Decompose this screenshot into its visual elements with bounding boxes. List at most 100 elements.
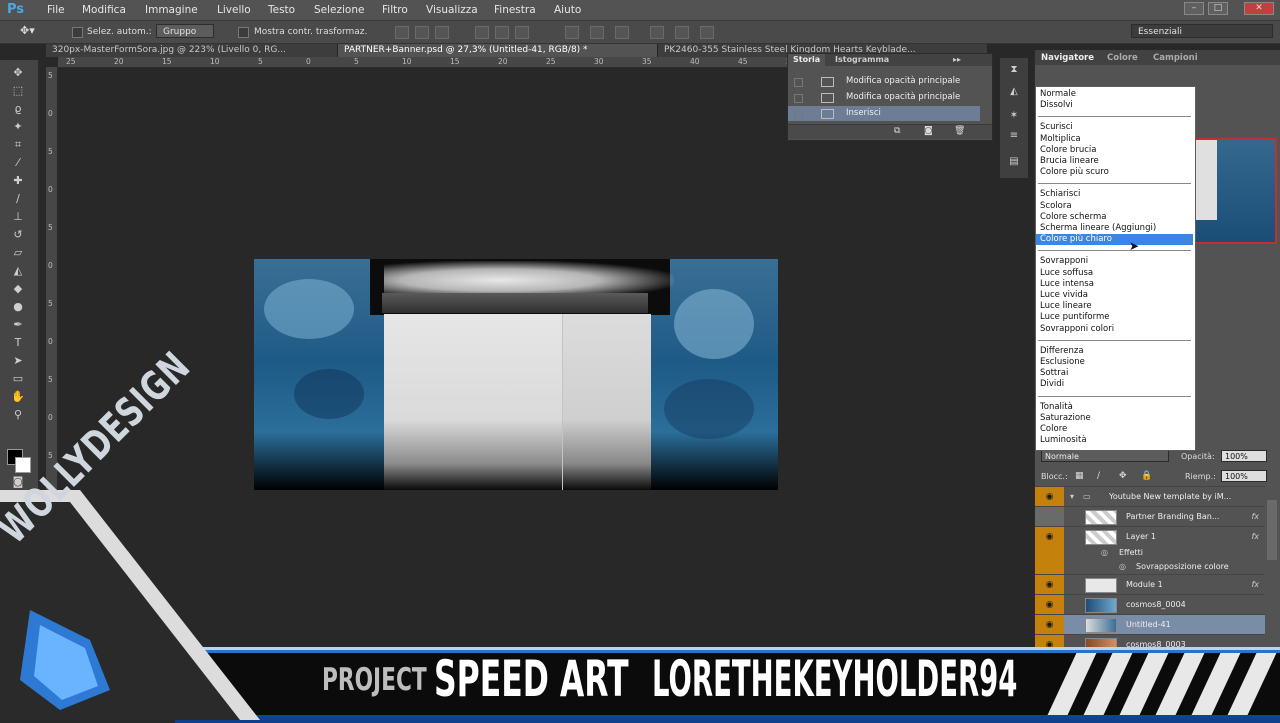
align-bottom-icon[interactable]: [435, 26, 449, 39]
document-canvas[interactable]: [254, 259, 778, 490]
menu-selezione[interactable]: Selezione: [314, 4, 364, 16]
blend-mode-option[interactable]: Scherma lineare (Aggiungi): [1036, 223, 1193, 234]
fx-icon[interactable]: fx: [1251, 507, 1259, 527]
menu-visualizza[interactable]: Visualizza: [426, 4, 478, 16]
blend-mode-option[interactable]: Dissolvi: [1036, 100, 1193, 111]
blur-tool-icon[interactable]: ◆: [8, 282, 28, 296]
clone-stamp-icon[interactable]: ⊥: [8, 210, 28, 224]
navigator-thumbnail[interactable]: [1193, 138, 1277, 244]
blend-mode-option[interactable]: Luce puntiforme: [1036, 312, 1193, 323]
move-tool-icon[interactable]: ✥▾: [20, 24, 35, 37]
blend-mode-option[interactable]: Colore scherma: [1036, 212, 1193, 223]
menu-filtro[interactable]: Filtro: [382, 4, 408, 16]
menu-modifica[interactable]: Modifica: [82, 4, 126, 16]
effects-eye-icon[interactable]: ◎: [1101, 546, 1108, 560]
lock-transparency-icon[interactable]: ▦: [1075, 471, 1084, 481]
tab-doc-2[interactable]: PARTNER+Banner.psd @ 27,3% (Untitled-41,…: [338, 44, 658, 57]
workspace-dropdown[interactable]: Essenziali: [1131, 24, 1273, 38]
blend-mode-option[interactable]: Esclusione: [1036, 357, 1193, 368]
eye-icon[interactable]: ◉: [1035, 595, 1064, 615]
layer-comps-icon[interactable]: ▤: [1006, 156, 1022, 168]
tab-campioni[interactable]: Campioni: [1153, 53, 1198, 63]
auto-select-checkbox[interactable]: [72, 27, 83, 38]
layer-row[interactable]: ◉ Layer 1 fx: [1035, 526, 1265, 547]
distribute-top-icon[interactable]: [565, 26, 579, 39]
new-document-from-state-icon[interactable]: ⧉: [894, 126, 900, 136]
blend-mode-dropdown[interactable]: Normale Dissolvi Scurisci Moltiplica Colore …: [1035, 86, 1196, 451]
minimize-button[interactable]: –: [1184, 2, 1204, 15]
menu-testo[interactable]: Testo: [268, 4, 295, 16]
blend-mode-option[interactable]: Luce lineare: [1036, 301, 1193, 312]
blend-mode-option[interactable]: Schiarisci: [1036, 189, 1193, 200]
blend-mode-option[interactable]: Sovrapponi: [1036, 256, 1193, 267]
lasso-tool-icon[interactable]: ϱ: [8, 102, 28, 116]
blend-mode-option[interactable]: Sottrai: [1036, 368, 1193, 379]
blend-mode-option-selected[interactable]: Colore più chiaro: [1036, 234, 1193, 246]
history-checkbox[interactable]: [794, 78, 803, 87]
eye-icon-hidden[interactable]: [1035, 507, 1064, 527]
menu-immagine[interactable]: Immagine: [145, 4, 198, 16]
fx-icon[interactable]: fx: [1251, 527, 1259, 547]
distribute-center-icon[interactable]: [675, 26, 689, 39]
align-center-icon[interactable]: [495, 26, 509, 39]
eye-icon[interactable]: ◉: [1035, 575, 1064, 595]
effect-eye-icon[interactable]: ◎: [1119, 560, 1126, 574]
healing-brush-icon[interactable]: ✚: [8, 174, 28, 188]
fill-input[interactable]: 100%: [1221, 470, 1267, 482]
blend-mode-option[interactable]: Colore: [1036, 424, 1193, 435]
paint-bucket-icon[interactable]: ◭: [8, 264, 28, 278]
eyedropper-icon[interactable]: ⁄: [8, 156, 28, 170]
blend-mode-option[interactable]: Dividi: [1036, 379, 1193, 390]
menu-aiuto[interactable]: Aiuto: [554, 4, 581, 16]
eye-icon[interactable]: ◉: [1035, 527, 1064, 547]
layer-row[interactable]: ◉ cosmos8_0004: [1035, 594, 1265, 615]
blend-mode-option[interactable]: Colore brucia: [1036, 145, 1193, 156]
blend-mode-option[interactable]: Luminosità: [1036, 435, 1193, 446]
lock-position-icon[interactable]: ✥: [1119, 471, 1127, 481]
brush-tool-icon[interactable]: ∕: [8, 192, 28, 206]
distribute-middle-icon[interactable]: [590, 26, 604, 39]
crop-tool-icon[interactable]: ⌗: [8, 138, 28, 152]
blend-mode-option[interactable]: Tonalità: [1036, 402, 1193, 413]
fx-icon[interactable]: fx: [1251, 575, 1259, 595]
history-brush-icon[interactable]: ↺: [8, 228, 28, 242]
distribute-left-icon[interactable]: [650, 26, 664, 39]
lock-all-icon[interactable]: 🔒: [1141, 471, 1152, 481]
eraser-icon[interactable]: ▱: [8, 246, 28, 260]
blend-mode-option[interactable]: Luce intensa: [1036, 279, 1193, 290]
close-button[interactable]: ✕: [1244, 2, 1274, 15]
hand-tool-icon[interactable]: ✋: [8, 390, 28, 404]
effects-row[interactable]: ◎ Effetti: [1035, 546, 1265, 560]
history-row[interactable]: Modifica opacità principale: [788, 74, 980, 89]
background-color-swatch[interactable]: [15, 457, 31, 473]
shape-tool-icon[interactable]: ▭: [8, 372, 28, 386]
blend-mode-option[interactable]: Sovrapponi colori: [1036, 324, 1193, 335]
menu-file[interactable]: File: [47, 4, 65, 16]
align-top-icon[interactable]: [395, 26, 409, 39]
marquee-tool-icon[interactable]: ⬚: [8, 84, 28, 98]
layers-scrollbar[interactable]: [1267, 500, 1277, 560]
opacity-input[interactable]: 100%: [1221, 450, 1267, 462]
tab-colore[interactable]: Colore: [1107, 53, 1138, 63]
auto-select-dropdown[interactable]: Gruppo: [156, 24, 214, 38]
history-panel-icon[interactable]: ⧗: [1006, 64, 1022, 76]
blend-mode-option[interactable]: Luce soffusa: [1036, 268, 1193, 279]
align-middle-icon[interactable]: [415, 26, 429, 39]
blend-mode-select[interactable]: Normale: [1041, 450, 1169, 462]
eye-icon[interactable]: ◉: [1035, 615, 1064, 635]
dodge-tool-icon[interactable]: ●: [8, 300, 28, 314]
menu-finestra[interactable]: Finestra: [494, 4, 536, 16]
effect-item-row[interactable]: ◎ Sovrapposizione colore: [1035, 560, 1265, 574]
history-row-selected[interactable]: Inserisci: [788, 106, 980, 121]
type-tool-icon[interactable]: T: [8, 336, 28, 350]
layer-row[interactable]: ◉ Module 1 fx: [1035, 574, 1265, 595]
blend-mode-option[interactable]: Scurisci: [1036, 122, 1193, 133]
blend-mode-option[interactable]: Differenza: [1036, 346, 1193, 357]
pen-tool-icon[interactable]: ✒: [8, 318, 28, 332]
blend-mode-option[interactable]: Scolora: [1036, 201, 1193, 212]
menu-livello[interactable]: Livello: [217, 4, 251, 16]
history-checkbox[interactable]: [794, 94, 803, 103]
history-row[interactable]: Modifica opacità principale: [788, 90, 980, 105]
panel-menu-icon[interactable]: ▸▸: [948, 54, 966, 66]
distribute-right-icon[interactable]: [700, 26, 714, 39]
